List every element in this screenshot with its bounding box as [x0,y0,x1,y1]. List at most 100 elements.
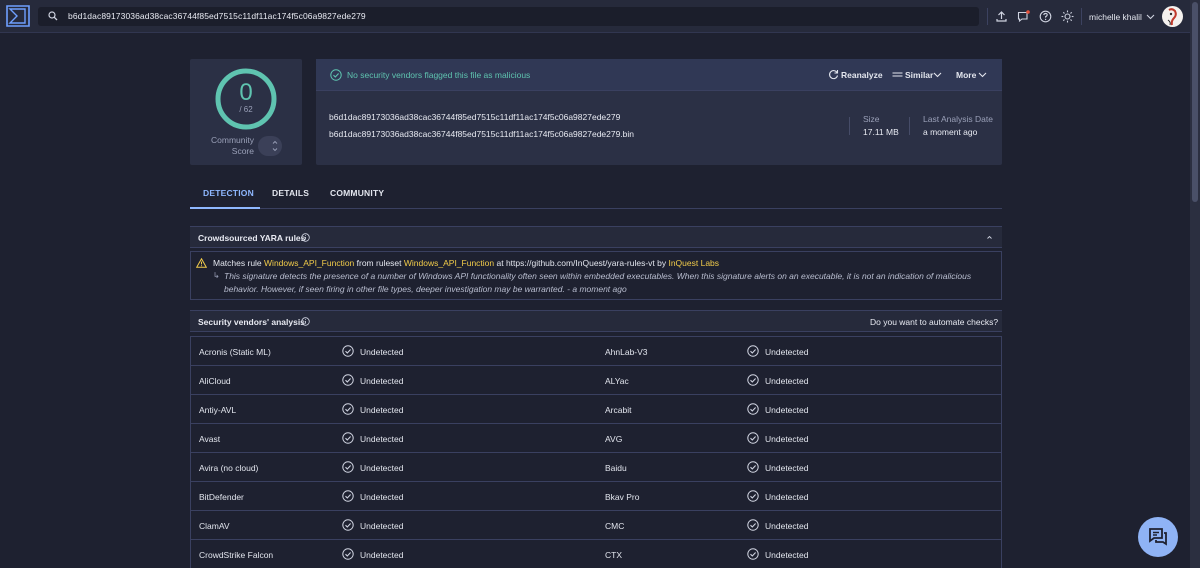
check-circle-icon [747,432,759,444]
vendor-result: Undetected [765,550,809,560]
vendor-result: Undetected [360,405,404,415]
tab-details[interactable]: DETAILS [272,188,309,198]
vendor-row: Acronis (Static ML) Undetected AhnLab-V3 Un… [191,337,1001,366]
search-icon [48,11,58,21]
theme-toggle-icon[interactable] [1061,10,1074,23]
yara-author-link[interactable]: InQuest Labs [668,258,719,268]
avatar-image [1162,6,1183,27]
yara-ruleset-link[interactable]: Windows_API_Function [404,258,494,268]
user-name[interactable]: michelle khalil [1089,12,1142,22]
vendor-result: Undetected [360,347,404,357]
report-tabs: DETECTION DETAILS COMMUNITY [190,181,1002,209]
vendor-result: Undetected [765,521,809,531]
vendor-row: CrowdStrike Falcon Undetected CTX Undetecte… [191,540,1001,568]
vendor-name: CMC [605,521,625,531]
info-icon[interactable] [301,317,310,326]
vendor-result: Undetected [765,405,809,415]
check-circle-icon [342,432,354,444]
last-analysis-label: Last Analysis Date [923,114,993,124]
chevron-down-icon[interactable] [1146,12,1155,21]
vendor-result: Undetected [360,492,404,502]
status-message: No security vendors flagged this file as… [347,70,531,80]
check-circle-icon [747,374,759,386]
summary-status-bar: No security vendors flagged this file as… [316,59,1002,91]
vendor-name: CTX [605,550,622,560]
check-circle-icon [330,69,342,81]
vendor-name: Antiy-AVL [199,405,237,415]
reanalyze-icon[interactable] [828,69,839,80]
similar-icon[interactable] [892,69,903,80]
divider [849,117,850,135]
top-bar: b6d1dac89173036ad38cac36744f85ed7515c11d… [0,0,1190,33]
check-circle-icon [342,519,354,531]
search-bar[interactable]: b6d1dac89173036ad38cac36744f85ed7515c11d… [38,7,979,26]
scrollbar[interactable] [1190,0,1200,568]
automate-checks-link[interactable]: Do you want to automate checks? [870,317,998,327]
community-vote-toggle[interactable] [258,136,282,156]
vendor-name: ALYac [605,376,629,386]
vendor-name: Arcabit [605,405,632,415]
vendor-result: Undetected [765,376,809,386]
file-name: b6d1dac89173036ad38cac36744f85ed7515c11d… [329,129,635,139]
upload-icon[interactable] [995,10,1008,23]
virustotal-logo-icon[interactable] [6,5,30,27]
last-analysis-value: a moment ago [923,127,978,137]
vote-arrows-icon [272,140,278,152]
chevron-down-icon[interactable] [932,69,943,80]
check-circle-icon [747,345,759,357]
vendor-result: Undetected [765,347,809,357]
tab-detection[interactable]: DETECTION [203,188,254,198]
check-circle-icon [342,461,354,473]
check-circle-icon [747,519,759,531]
vendor-row: ClamAV Undetected CMC Undetected [191,511,1001,540]
vendor-result: Undetected [765,463,809,473]
check-circle-icon [342,548,354,560]
size-value: 17.11 MB [863,127,899,137]
vendors-section-header: Security vendors' analysis Do you want t… [190,310,1002,332]
community-label-line: Score [231,146,254,156]
chat-button[interactable] [1138,517,1178,557]
vendor-row: BitDefender Undetected Bkav Pro Undetected [191,482,1001,511]
vendors-table: Acronis (Static ML) Undetected AhnLab-V3 Un… [190,336,1002,568]
vendor-name: CrowdStrike Falcon [199,550,274,560]
avatar[interactable] [1162,6,1183,27]
chevron-up-icon[interactable] [985,233,994,242]
engine-total: / 62 [239,105,253,114]
chevron-down-icon[interactable] [977,69,988,80]
check-circle-icon [747,548,759,560]
vendor-name: AliCloud [199,376,231,386]
detection-score-card: 0 / 62 Community Score [190,59,302,165]
warning-icon [196,258,207,268]
notifications-icon[interactable] [1017,10,1030,23]
vendor-name: Avast [199,434,221,444]
vendor-name: Bkav Pro [605,492,640,502]
vendor-result: Undetected [765,434,809,444]
scrollbar-thumb[interactable] [1192,2,1198,202]
check-circle-icon [747,490,759,502]
more-button[interactable]: More [956,70,976,80]
tab-community[interactable]: COMMUNITY [330,188,384,198]
yara-description: This signature detects the presence of a… [224,271,972,294]
file-hash[interactable]: b6d1dac89173036ad38cac36744f85ed7515c11d… [329,112,620,122]
vendor-name: ClamAV [199,521,230,531]
divider [909,117,910,135]
info-icon[interactable] [301,233,310,242]
search-input[interactable]: b6d1dac89173036ad38cac36744f85ed7515c11d… [68,11,366,21]
vendor-name: Acronis (Static ML) [199,347,271,357]
yara-match-line: Matches rule Windows_API_Function from r… [213,258,719,268]
vendor-result: Undetected [360,521,404,531]
check-circle-icon [342,403,354,415]
yara-section-header[interactable]: Crowdsourced YARA rules [190,226,1002,248]
yara-rule-match: Matches rule Windows_API_Function from r… [190,251,1002,300]
vendor-name: Avira (no cloud) [199,463,259,473]
vendor-name: Baidu [605,463,627,473]
detection-count: 0 [239,79,253,106]
yara-section-title: Crowdsourced YARA rules [198,233,306,243]
community-label-line: Community [211,135,254,145]
yara-rule-link[interactable]: Windows_API_Function [264,258,354,268]
vendor-row: Avast Undetected AVG Undetected [191,424,1001,453]
reanalyze-button[interactable]: Reanalyze [841,70,883,80]
check-circle-icon [342,490,354,502]
similar-button[interactable]: Similar [905,70,933,80]
help-icon[interactable] [1039,10,1052,23]
